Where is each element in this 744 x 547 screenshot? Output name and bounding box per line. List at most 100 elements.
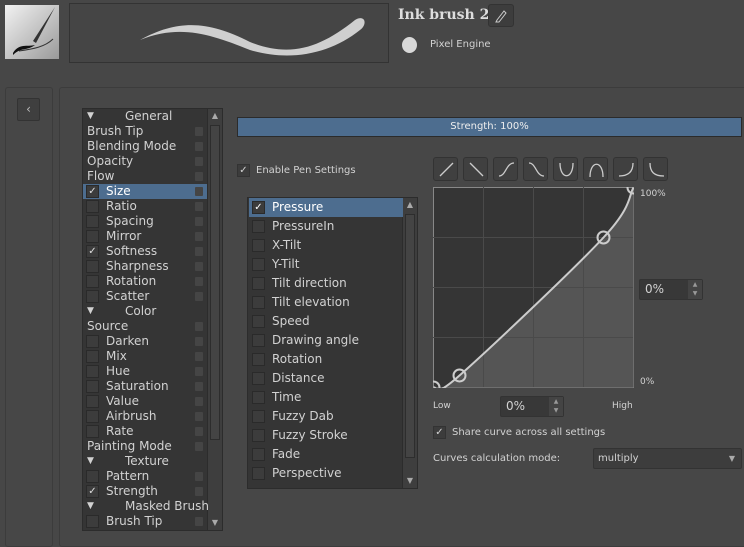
option-airbrush[interactable]: Airbrush xyxy=(83,409,207,424)
sensor-y-tilt[interactable]: Y-Tilt xyxy=(249,255,403,274)
option-checkbox[interactable] xyxy=(86,335,99,348)
sensor-tilt-direction[interactable]: Tilt direction xyxy=(249,274,403,293)
option-checkbox[interactable] xyxy=(86,515,99,528)
option-mirror[interactable]: Mirror xyxy=(83,229,207,244)
preset-convex-button[interactable] xyxy=(643,157,668,181)
option-spacing[interactable]: Spacing xyxy=(83,214,207,229)
lock-icon[interactable] xyxy=(195,397,203,406)
option-checkbox[interactable] xyxy=(86,410,99,423)
lock-icon[interactable] xyxy=(195,142,203,151)
lock-icon[interactable] xyxy=(195,337,203,346)
sensor-fade[interactable]: Fade xyxy=(249,445,403,464)
sensor-checkbox[interactable] xyxy=(252,429,265,442)
curve-y-spinbox[interactable]: 0% ▲ ▼ xyxy=(639,279,703,300)
sensor-drawing-angle[interactable]: Drawing angle xyxy=(249,331,403,350)
option-checkbox[interactable] xyxy=(86,380,99,393)
sensor-checkbox[interactable] xyxy=(252,467,265,480)
curves-mode-dropdown[interactable]: multiply ▼ xyxy=(593,448,742,469)
sensor-checkbox[interactable] xyxy=(252,315,265,328)
option-strength[interactable]: ✓ Strength xyxy=(83,484,207,499)
sensor-checkbox[interactable] xyxy=(252,391,265,404)
option-masked-brush[interactable]: ▼ Masked Brush xyxy=(83,499,209,514)
option-source[interactable]: Source xyxy=(83,319,207,334)
option-checkbox[interactable] xyxy=(86,350,99,363)
option-brush-tip[interactable]: Brush Tip xyxy=(83,124,207,139)
option-checkbox[interactable]: ✓ xyxy=(86,485,99,498)
lock-icon[interactable] xyxy=(195,247,203,256)
lock-icon[interactable] xyxy=(195,277,203,286)
lock-icon[interactable] xyxy=(195,427,203,436)
option-flow[interactable]: Flow xyxy=(83,169,207,184)
option-mix[interactable]: Mix xyxy=(83,349,207,364)
lock-icon[interactable] xyxy=(195,172,203,181)
option-sharpness[interactable]: Sharpness xyxy=(83,259,207,274)
collapse-triangle-icon[interactable]: ▼ xyxy=(87,109,94,124)
preset-u-curve-button[interactable] xyxy=(553,157,578,181)
sensor-distance[interactable]: Distance xyxy=(249,369,403,388)
lock-icon[interactable] xyxy=(195,322,203,331)
sensor-fuzzy-dab[interactable]: Fuzzy Dab xyxy=(249,407,403,426)
option-general[interactable]: ▼ General xyxy=(83,109,207,124)
option-pattern[interactable]: Pattern xyxy=(83,469,207,484)
sensor-time[interactable]: Time xyxy=(249,388,403,407)
curve-editor[interactable] xyxy=(433,187,634,388)
lock-icon[interactable] xyxy=(195,292,203,301)
preset-linear-button[interactable] xyxy=(433,157,458,181)
sensor-scrollbar[interactable]: ▲ ▼ xyxy=(402,198,417,488)
collapse-triangle-icon[interactable]: ▼ xyxy=(87,454,94,469)
option-ratio[interactable]: Ratio xyxy=(83,199,207,214)
collapse-triangle-icon[interactable]: ▼ xyxy=(87,304,94,319)
option-checkbox[interactable] xyxy=(86,275,99,288)
option-texture[interactable]: ▼ Texture xyxy=(83,454,207,469)
option-checkbox[interactable] xyxy=(86,425,99,438)
preset-concave-button[interactable] xyxy=(613,157,638,181)
option-checkbox[interactable] xyxy=(86,395,99,408)
preset-reverse-linear-button[interactable] xyxy=(463,157,488,181)
lock-icon[interactable] xyxy=(195,157,203,166)
lock-icon[interactable] xyxy=(195,442,203,451)
sensor-checkbox[interactable] xyxy=(252,372,265,385)
lock-icon[interactable] xyxy=(195,472,203,481)
sensor-checkbox[interactable] xyxy=(252,410,265,423)
option-checkbox[interactable] xyxy=(86,215,99,228)
option-blending-mode[interactable]: Blending Mode xyxy=(83,139,207,154)
sensor-checkbox[interactable] xyxy=(252,258,265,271)
sensor-pressure[interactable]: ✓ Pressure xyxy=(249,198,403,217)
sensor-rotation[interactable]: Rotation xyxy=(249,350,403,369)
option-rotation[interactable]: Rotation xyxy=(83,274,207,289)
brush-preset-icon[interactable] xyxy=(5,5,59,59)
option-checkbox[interactable]: ✓ xyxy=(86,245,99,258)
sensor-perspective[interactable]: Perspective xyxy=(249,464,403,483)
option-checkbox[interactable]: ✓ xyxy=(86,185,99,198)
option-checkbox[interactable] xyxy=(86,200,99,213)
preset-reverse-s-curve-button[interactable] xyxy=(523,157,548,181)
lock-icon[interactable] xyxy=(195,217,203,226)
lock-icon[interactable] xyxy=(195,487,203,496)
share-curve-checkbox[interactable]: ✓ xyxy=(433,426,446,439)
option-brush-tip[interactable]: Brush Tip xyxy=(83,514,207,529)
lock-icon[interactable] xyxy=(195,187,203,196)
option-checkbox[interactable] xyxy=(86,470,99,483)
lock-icon[interactable] xyxy=(195,382,203,391)
edit-name-button[interactable] xyxy=(488,4,514,27)
lock-icon[interactable] xyxy=(195,127,203,136)
options-scrollbar[interactable]: ▲ ▼ xyxy=(207,109,222,530)
curve-x-spinbox[interactable]: 0% ▲ ▼ xyxy=(500,396,564,417)
sensor-checkbox[interactable] xyxy=(252,277,265,290)
sensor-checkbox[interactable] xyxy=(252,296,265,309)
sensor-pressurein[interactable]: PressureIn xyxy=(249,217,403,236)
option-rate[interactable]: Rate xyxy=(83,424,207,439)
option-checkbox[interactable] xyxy=(86,290,99,303)
option-scatter[interactable]: Scatter xyxy=(83,289,207,304)
option-darken[interactable]: Darken xyxy=(83,334,207,349)
option-opacity[interactable]: Opacity xyxy=(83,154,207,169)
sensor-checkbox[interactable] xyxy=(252,448,265,461)
sensor-x-tilt[interactable]: X-Tilt xyxy=(249,236,403,255)
option-checkbox[interactable] xyxy=(86,260,99,273)
sensor-checkbox[interactable]: ✓ xyxy=(252,201,265,214)
lock-icon[interactable] xyxy=(195,412,203,421)
enable-pen-settings-checkbox[interactable]: ✓ xyxy=(237,164,250,177)
preset-s-curve-button[interactable] xyxy=(493,157,518,181)
lock-icon[interactable] xyxy=(195,202,203,211)
option-painting-mode[interactable]: Painting Mode xyxy=(83,439,207,454)
